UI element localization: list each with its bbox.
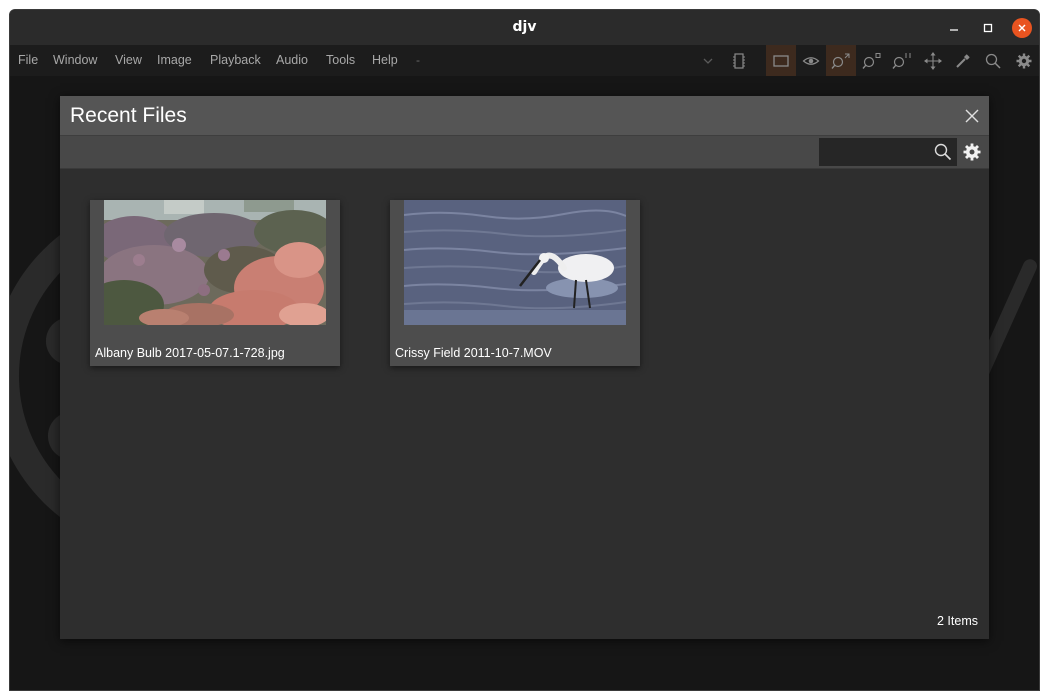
menu-window[interactable]: Window <box>53 45 97 76</box>
file-thumbnail <box>104 200 326 325</box>
dialog-toolbar <box>60 136 989 169</box>
pan-button[interactable] <box>918 45 948 76</box>
zoom-in-button[interactable] <box>857 45 887 76</box>
menu-image[interactable]: Image <box>157 45 192 76</box>
pan-icon <box>924 51 942 70</box>
egret-thumbnail <box>404 200 626 325</box>
settings-gear-icon <box>1016 53 1032 68</box>
maximize-button[interactable] <box>972 10 1004 45</box>
zoom-fit-button[interactable] <box>826 45 856 76</box>
dialog-settings-button[interactable] <box>961 141 983 163</box>
title-bar[interactable]: djv <box>10 10 1039 45</box>
menu-help[interactable]: Help <box>372 45 398 76</box>
dialog-close-button[interactable] <box>961 105 983 127</box>
minimize-button[interactable] <box>938 10 970 45</box>
window-title: djv <box>512 19 537 35</box>
close-window-button[interactable] <box>1006 10 1038 45</box>
file-name: Albany Bulb 2017-05-07.1-728.jpg <box>95 346 285 360</box>
color-picker-icon <box>956 53 970 68</box>
zoom-in-icon <box>862 52 881 69</box>
color-picker-button[interactable] <box>948 45 978 76</box>
menu-file[interactable]: File <box>18 45 38 76</box>
file-thumbnail <box>404 200 626 325</box>
viewer-area[interactable]: Recent Files Albany Bulb 2017-05-07.1-72… <box>10 76 1039 690</box>
app-window: djv File Window View Image Playback Audi… <box>9 9 1040 691</box>
memory-icon <box>733 52 745 69</box>
file-name: Crissy Field 2011-10-7.MOV <box>395 346 552 360</box>
zoom-fit-icon <box>831 53 850 69</box>
magnify-button[interactable] <box>978 45 1008 76</box>
minimize-icon <box>950 28 958 31</box>
search-box <box>819 138 957 166</box>
close-icon <box>1018 24 1026 31</box>
chevron-down-icon[interactable] <box>700 54 716 68</box>
search-input[interactable] <box>819 138 929 166</box>
memory-cache-button[interactable] <box>724 45 754 76</box>
flowers-thumbnail <box>104 200 326 325</box>
settings-button[interactable] <box>1009 45 1039 76</box>
menu-bar: File Window View Image Playback Audio To… <box>10 45 1039 76</box>
close-icon <box>965 109 979 123</box>
maximize-icon <box>983 23 993 32</box>
dialog-header: Recent Files <box>60 96 989 136</box>
frame-icon <box>773 54 789 67</box>
recent-files-dialog: Recent Files Albany Bulb 2017-05-07.1-72… <box>60 96 989 639</box>
current-file-dropdown[interactable]: - <box>416 45 420 76</box>
menu-tools[interactable]: Tools <box>326 45 355 76</box>
menu-playback[interactable]: Playback <box>210 45 261 76</box>
item-count-status: 2 Items <box>937 614 978 628</box>
dialog-title: Recent Files <box>70 104 187 127</box>
eye-icon <box>802 56 820 65</box>
menu-audio[interactable]: Audio <box>276 45 308 76</box>
recent-file-item[interactable]: Crissy Field 2011-10-7.MOV <box>390 200 640 366</box>
zoom-reset-button[interactable] <box>887 45 917 76</box>
recent-file-item[interactable]: Albany Bulb 2017-05-07.1-728.jpg <box>90 200 340 366</box>
search-icon[interactable] <box>933 142 953 162</box>
menu-view[interactable]: View <box>115 45 142 76</box>
visibility-button[interactable] <box>796 45 826 76</box>
magnifier-icon <box>985 53 1001 69</box>
frame-view-button[interactable] <box>766 45 796 76</box>
zoom-reset-icon <box>892 52 911 69</box>
settings-gear-icon <box>963 143 981 161</box>
